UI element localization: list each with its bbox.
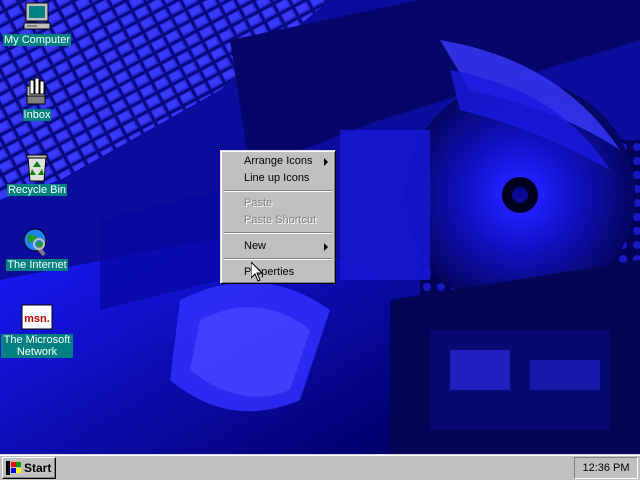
computer-icon <box>21 1 53 33</box>
msn-logo-text: msn. <box>24 313 50 325</box>
system-tray: 12:36 PM <box>574 457 638 479</box>
menu-separator <box>224 258 332 260</box>
start-label: Start <box>24 461 52 475</box>
desktop-icon-label: Recycle Bin <box>6 184 68 196</box>
menu-separator <box>224 190 332 192</box>
menu-item-label: Arrange Icons <box>244 155 313 167</box>
menu-item-line-up-icons[interactable]: Line up Icons <box>224 170 332 187</box>
menu-item-label: Paste <box>244 197 273 209</box>
start-button[interactable]: Start <box>2 457 56 479</box>
inbox-icon <box>21 76 53 108</box>
desktop-icon-my-computer[interactable]: My Computer <box>1 1 73 46</box>
menu-item-label: Paste Shortcut <box>244 214 317 226</box>
submenu-arrow-icon <box>324 243 328 251</box>
desktop-icon-label: My Computer <box>2 34 72 46</box>
menu-item-label: Line up Icons <box>244 172 310 184</box>
desktop-icon-label: The Microsoft Network <box>1 334 73 358</box>
taskbar: Start 12:36 PM <box>0 454 640 480</box>
menu-item-paste-shortcut[interactable]: Paste Shortcut <box>224 212 332 229</box>
mouse-pointer-icon <box>251 262 263 282</box>
desktop-icon-recycle-bin[interactable]: Recycle Bin <box>1 151 73 196</box>
recycle-bin-icon <box>21 151 53 183</box>
menu-item-paste[interactable]: Paste <box>224 195 332 212</box>
desktop-icon-inbox[interactable]: Inbox <box>1 76 73 121</box>
submenu-arrow-icon <box>324 158 328 166</box>
menu-item-label: New <box>244 240 267 252</box>
desktop-icon-label: Inbox <box>22 109 52 121</box>
desktop-icon-label: The Internet <box>6 259 68 271</box>
menu-item-arrange-icons[interactable]: Arrange Icons <box>224 153 332 170</box>
windows-logo-icon <box>6 461 21 475</box>
desktop-icon-the-internet[interactable]: The Internet <box>1 226 73 271</box>
desktop-context-menu: Arrange Icons Line up Icons Paste Paste … <box>220 150 336 284</box>
menu-item-properties[interactable]: Properties <box>224 264 332 281</box>
desktop[interactable]: My Computer Inbox Recycle Bin The Intern… <box>0 0 640 454</box>
menu-separator <box>224 232 332 234</box>
msn-icon: msn. <box>21 301 53 333</box>
desktop-icon-microsoft-network[interactable]: msn. The Microsoft Network <box>1 301 73 358</box>
menu-item-new[interactable]: New <box>224 238 332 255</box>
clock[interactable]: 12:36 PM <box>582 462 629 474</box>
internet-globe-icon <box>21 226 53 258</box>
